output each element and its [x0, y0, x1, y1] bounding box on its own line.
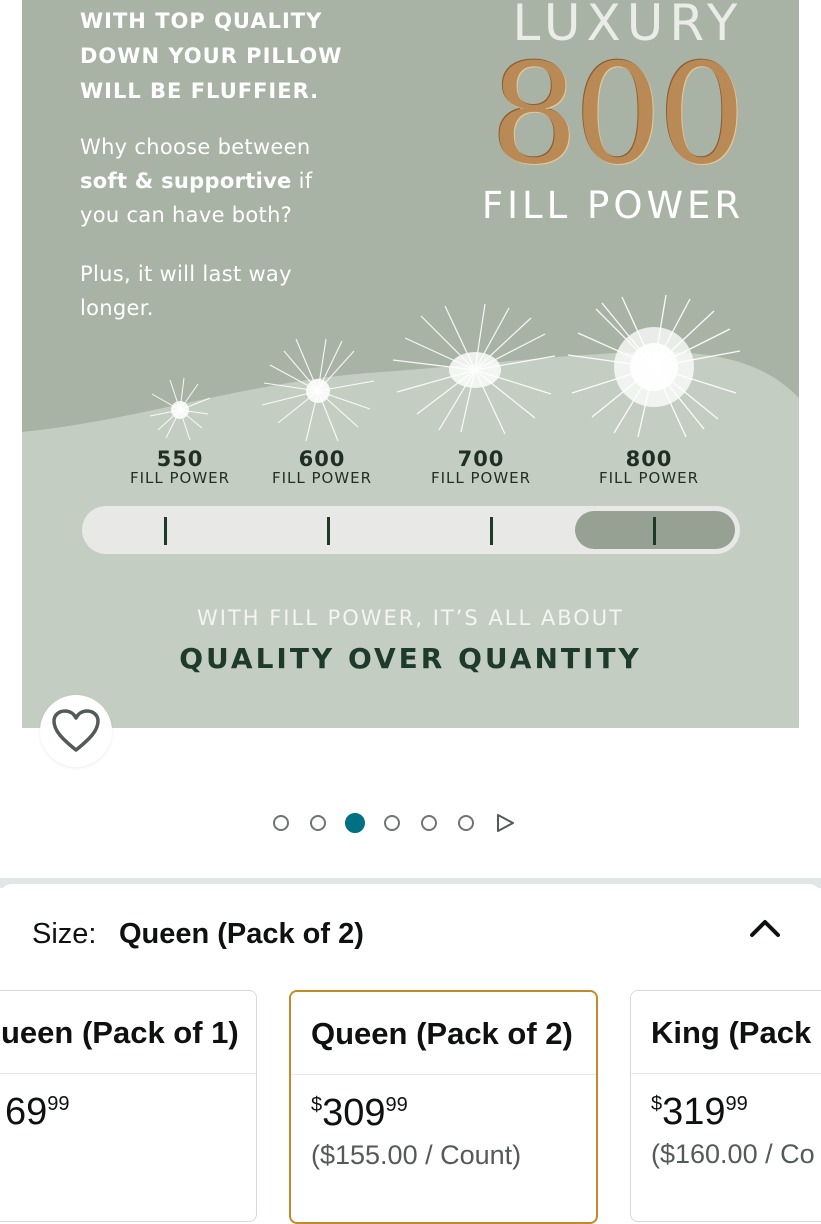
luxury-fill-power-label: FILL POWER — [481, 184, 745, 227]
image-paragraph-soft-supportive: Why choose between soft & supportive if … — [80, 135, 313, 227]
carousel-dot[interactable] — [273, 815, 289, 831]
fill-level-600: 600 FILL POWER — [271, 447, 373, 487]
size-selector-header[interactable]: Size: Queen (Pack of 2) — [32, 918, 792, 958]
tagline-bottom: QUALITY OVER QUANTITY — [179, 642, 642, 675]
size-option-queen-pack-of-2[interactable]: Queen (Pack of 2) $30999 ($155.00 / Coun… — [289, 990, 598, 1224]
size-label: Size: — [32, 918, 97, 950]
size-option-unit-price: ($155.00 / Count) — [311, 1140, 522, 1170]
image-headline: WITH TOP QUALITY DOWN YOUR PILLOW WILL B… — [80, 9, 343, 103]
size-option-king[interactable]: King (Pack $31999 ($160.00 / Co — [630, 990, 821, 1222]
carousel-dot[interactable] — [310, 815, 326, 831]
product-image[interactable]: WITH TOP QUALITY DOWN YOUR PILLOW WILL B… — [22, 0, 799, 728]
feather-600-icon — [261, 338, 375, 442]
size-card-top — [0, 884, 821, 904]
carousel-dot[interactable] — [384, 815, 400, 831]
size-option-unit-price: ($160.00 / Co — [651, 1139, 815, 1169]
fill-level-800: 800 FILL POWER — [598, 447, 700, 487]
scale-tick — [490, 517, 493, 545]
carousel-dot-active[interactable] — [345, 813, 365, 833]
size-option-price: $30999 — [311, 1092, 408, 1134]
fill-level-550: 550 FILL POWER — [129, 447, 231, 487]
heart-outline-icon — [52, 709, 100, 752]
feather-800-icon — [567, 294, 741, 438]
chevron-up-icon[interactable] — [748, 916, 782, 940]
carousel-dot[interactable] — [458, 815, 474, 831]
scale-tick — [327, 517, 330, 545]
feather-550-icon — [149, 377, 211, 441]
play-triangle-icon[interactable] — [495, 813, 515, 833]
size-option-price: $31999 — [651, 1091, 748, 1133]
size-selected-value: Queen (Pack of 2) — [118, 918, 364, 950]
image-paragraph-last-longer: Plus, it will last way longer. — [80, 262, 292, 320]
tagline-top: WITH FILL POWER, IT’S ALL ABOUT — [196, 606, 625, 630]
carousel-dot[interactable] — [421, 815, 437, 831]
feather-700-icon — [392, 303, 556, 435]
size-option-queen-pack-of-1[interactable]: ueen (Pack of 1) 6999 — [0, 990, 257, 1222]
fill-power-scale — [82, 506, 740, 554]
fill-level-700: 700 FILL POWER — [430, 447, 532, 487]
size-option-name: ueen (Pack of 1) — [0, 991, 256, 1074]
add-to-wishlist-button[interactable] — [40, 695, 112, 767]
luxury-800-number: 800 — [490, 34, 745, 195]
size-option-price: 6999 — [5, 1091, 70, 1133]
scale-tick — [653, 517, 656, 545]
size-option-name: Queen (Pack of 2) — [291, 992, 596, 1075]
size-option-name: King (Pack — [631, 991, 821, 1074]
image-carousel-indicator — [273, 812, 515, 834]
scale-tick — [164, 517, 167, 545]
